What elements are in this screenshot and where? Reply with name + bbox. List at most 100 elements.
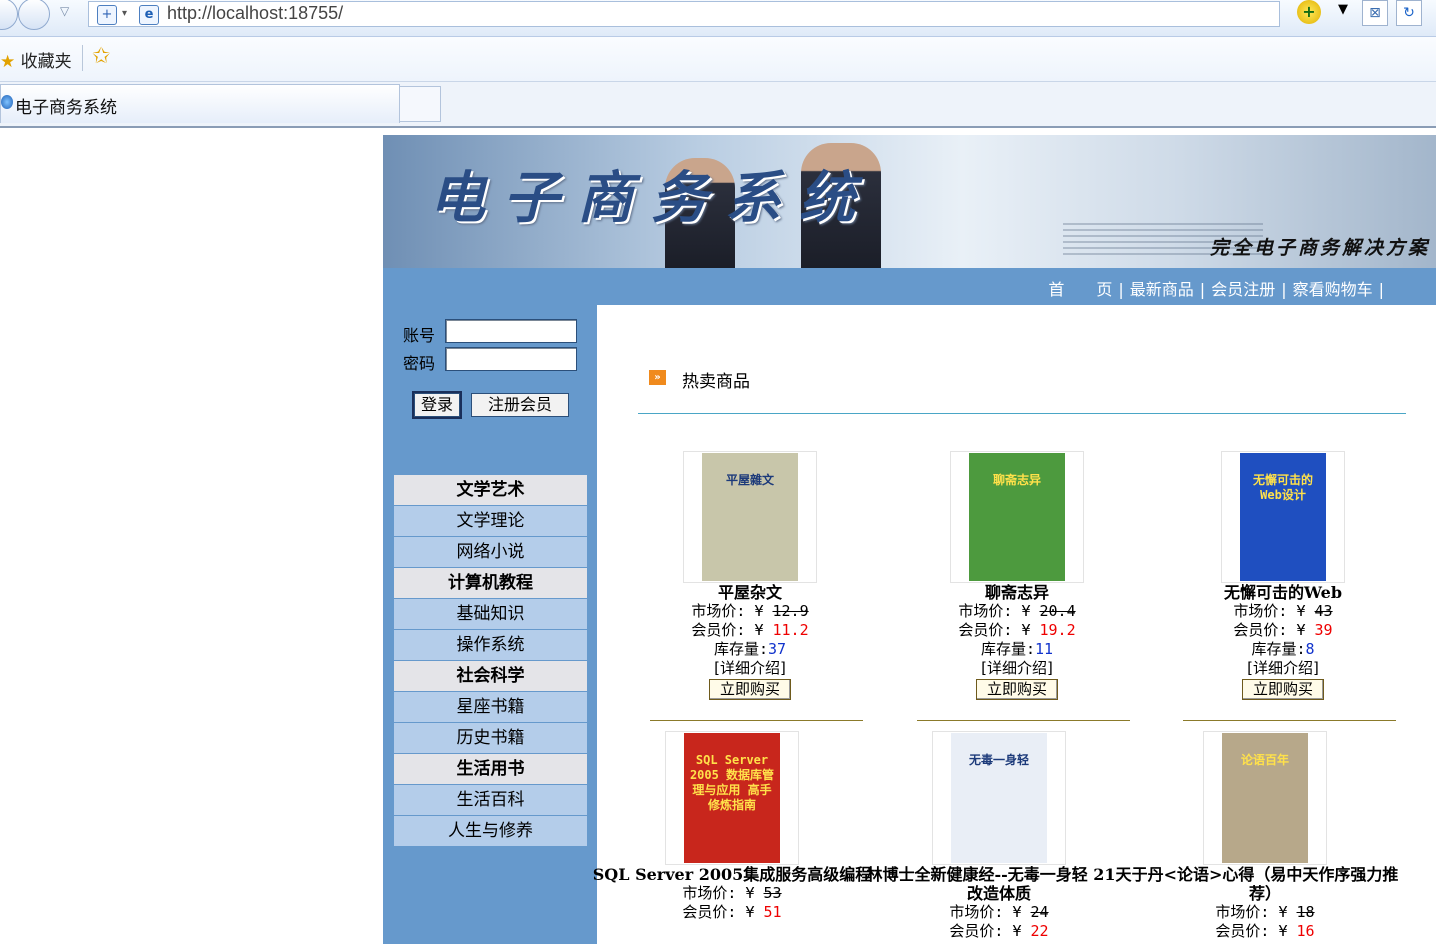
product-image[interactable]: 平屋雜文: [683, 451, 817, 583]
book-cover: 平屋雜文: [702, 453, 798, 581]
market-price-label: 市场价:: [1215, 903, 1270, 921]
buy-now-button[interactable]: 立即购买: [1241, 679, 1324, 700]
category-item[interactable]: 人生与修养: [394, 816, 587, 846]
product-image[interactable]: 聊斋志异: [950, 451, 1084, 583]
member-price-value: 16: [1296, 922, 1315, 940]
add-favorite-icon[interactable]: ✩: [92, 44, 110, 69]
member-price-label: 会员价:: [1215, 922, 1270, 940]
detail-link[interactable]: [详细介绍]: [1133, 659, 1433, 678]
compat-dropdown-icon[interactable]: ▾: [122, 8, 127, 19]
product-divider: [1183, 720, 1396, 721]
tab-active[interactable]: 电子商务系统: [0, 84, 400, 123]
book-cover: 聊斋志异: [969, 453, 1065, 581]
ie-globe-icon: [1, 95, 13, 109]
account-input[interactable]: [445, 319, 577, 343]
nav-new-products[interactable]: 最新商品: [1130, 280, 1194, 299]
stock: 库存量:8: [1133, 640, 1433, 659]
cover-title: 论语百年: [1240, 753, 1289, 767]
member-price: 会员价: ¥ 16: [1125, 922, 1405, 941]
category-item[interactable]: 基础知识: [394, 599, 587, 629]
stock-value: 37: [767, 640, 787, 658]
history-dropdown-icon[interactable]: ▽: [60, 4, 69, 18]
address-bar[interactable]: + ▾ e http://localhost:18755/: [88, 1, 1280, 27]
stock-label: 库存量:: [713, 640, 768, 658]
site-banner: 电子商务系统 完全电子商务解决方案: [383, 135, 1436, 268]
section-title: 热卖商品: [682, 372, 750, 392]
ie-page-icon: e: [139, 5, 159, 25]
product-card: SQL Server 2005 数据库管理与应用 高手修炼指南 SQL Serve…: [592, 731, 872, 922]
new-tab-button[interactable]: [399, 86, 441, 122]
book-cover: 论语百年: [1222, 733, 1308, 863]
category-item[interactable]: 网络小说: [394, 537, 587, 567]
favorites-button[interactable]: ★ 收藏夹: [0, 47, 72, 72]
detail-link[interactable]: [详细介绍]: [600, 659, 900, 678]
book-cover: SQL Server 2005 数据库管理与应用 高手修炼指南: [684, 733, 780, 863]
market-price-value: 43: [1314, 602, 1333, 620]
product-card: 论语百年 于丹<论语>心得（易中天作序强力推荐） 市场价: ¥ 18 会员价: ¥ 1…: [1125, 731, 1405, 941]
stock-label: 库存量:: [980, 640, 1035, 658]
category-item[interactable]: 操作系统: [394, 630, 587, 660]
member-price-label: 会员价:: [949, 922, 1004, 940]
password-input[interactable]: [445, 347, 577, 371]
back-button[interactable]: [0, 0, 18, 30]
market-price: 市场价: ¥ 24: [859, 903, 1139, 922]
product-image[interactable]: 论语百年: [1203, 731, 1327, 865]
product-card: 平屋雜文平屋杂文 市场价: ¥ 12.9 会员价: ¥ 11.2 库存量:37 [详细介…: [600, 451, 900, 700]
currency: ¥: [754, 621, 764, 639]
refresh-icon[interactable]: ↻: [1396, 0, 1422, 26]
stock-label: 库存量:: [1251, 640, 1306, 658]
member-price: 会员价: ¥ 22: [859, 922, 1139, 941]
add-site-icon[interactable]: +: [97, 5, 117, 25]
register-button[interactable]: 注册会员: [471, 393, 569, 417]
cover-title: 平屋雜文: [725, 473, 774, 487]
product-image[interactable]: 无毒一身轻: [932, 731, 1066, 865]
main-nav: 首 页 | 最新商品 | 会员注册 | 察看购物车 |: [383, 268, 1436, 305]
category-item[interactable]: 历史书籍: [394, 723, 587, 753]
detail-link[interactable]: [详细介绍]: [867, 659, 1167, 678]
market-price-label: 市场价:: [949, 903, 1004, 921]
product-name: 平屋杂文: [717, 583, 782, 602]
nav-home[interactable]: 首 页: [1048, 280, 1112, 299]
member-price-value: 39: [1314, 621, 1333, 639]
book-cover: 无毒一身轻: [951, 733, 1047, 863]
book-cover: 无懈可击的Web设计: [1240, 453, 1326, 581]
market-price-label: 市场价:: [682, 884, 737, 902]
category-item[interactable]: 文学理论: [394, 506, 587, 536]
currency: ¥: [1278, 922, 1288, 940]
member-price-label: 会员价:: [682, 903, 737, 921]
member-price-value: 11.2: [772, 621, 809, 639]
addon-dropdown-icon[interactable]: ▼: [1338, 2, 1348, 17]
buy-now-button[interactable]: 立即购买: [975, 679, 1058, 700]
nav-view-cart[interactable]: 察看购物车: [1293, 280, 1373, 299]
category-item[interactable]: 生活百科: [394, 785, 587, 815]
url-text[interactable]: http://localhost:18755/: [167, 3, 343, 24]
market-price-value: 24: [1030, 903, 1049, 921]
addon-icon[interactable]: +: [1297, 0, 1321, 24]
product-image[interactable]: SQL Server 2005 数据库管理与应用 高手修炼指南: [665, 731, 799, 865]
tab-title: 电子商务系统: [15, 98, 117, 118]
nav-separator: |: [1281, 280, 1287, 299]
market-price-label: 市场价:: [691, 602, 746, 620]
category-item[interactable]: 星座书籍: [394, 692, 587, 722]
market-price: 市场价: ¥ 12.9: [600, 602, 900, 621]
account-label: 账号: [403, 326, 436, 345]
login-button[interactable]: 登录: [412, 391, 462, 419]
product-card: 聊斋志异 聊斋志异 市场价: ¥ 20.4 会员价: ¥ 19.2 库存量:11 [详细介…: [867, 451, 1167, 700]
product-divider: [650, 720, 863, 721]
member-price-label: 会员价:: [691, 621, 746, 639]
product-name: 无懈可击的Web: [1223, 583, 1343, 602]
market-price-label: 市场价:: [1233, 602, 1288, 620]
buy-now-button[interactable]: 立即购买: [708, 679, 791, 700]
market-price-label: 市场价:: [958, 602, 1013, 620]
forward-button[interactable]: [18, 0, 50, 30]
currency: ¥: [745, 884, 755, 902]
compat-view-icon[interactable]: ⊠: [1362, 0, 1388, 26]
stock-value: 8: [1305, 640, 1315, 658]
member-price: 会员价: ¥ 11.2: [600, 621, 900, 640]
product-image[interactable]: 无懈可击的Web设计: [1221, 451, 1345, 583]
password-label: 密码: [403, 354, 436, 373]
currency: ¥: [1021, 602, 1031, 620]
browser-toolbar: ▽ + ▾ e http://localhost:18755/ + ▼ ⊠ ↻: [0, 0, 1436, 37]
market-price-value: 12.9: [772, 602, 809, 620]
nav-register[interactable]: 会员注册: [1211, 280, 1275, 299]
